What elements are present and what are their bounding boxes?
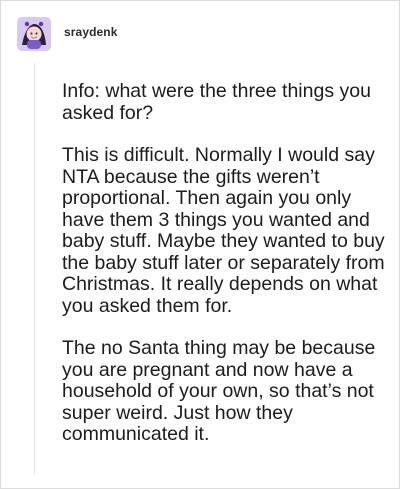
post-header: sraydenk (15, 15, 118, 55)
avatar[interactable] (15, 15, 53, 53)
avatar-icon (15, 15, 53, 53)
thread-divider-line (34, 63, 35, 475)
post-paragraph-2: This is difficult. Normally I would say … (62, 144, 385, 317)
post-content: Info: what were the three things you ask… (62, 80, 392, 467)
post-card: sraydenk Info: what were the three thing… (0, 0, 400, 489)
post-paragraph-3: The no Santa thing may be because you ar… (62, 337, 376, 445)
post-paragraph-1: Info: what were the three things you ask… (62, 80, 371, 124)
post-username[interactable]: sraydenk (64, 25, 118, 39)
